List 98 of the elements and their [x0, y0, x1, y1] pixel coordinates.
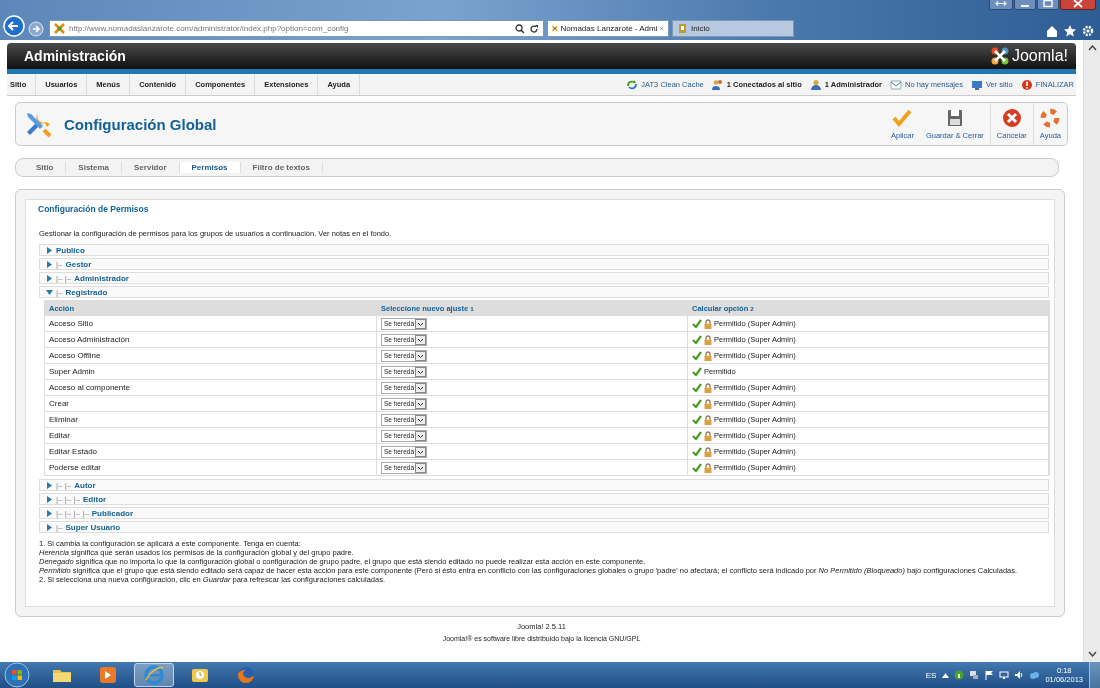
refresh-icon[interactable]	[529, 23, 539, 34]
tree-prefix: |–	[56, 287, 63, 297]
table-cell: Eliminar	[45, 412, 377, 427]
group-name[interactable]: Super Usuario	[65, 522, 121, 532]
scroll-up-icon	[1087, 45, 1097, 51]
submenu-tab[interactable]: Sitio	[24, 162, 67, 173]
group-name[interactable]: Publico	[56, 245, 85, 255]
tree-prefix: |– |–	[56, 480, 72, 490]
caret-down-icon	[46, 288, 53, 296]
star-icon[interactable]	[1064, 25, 1076, 37]
search-icon[interactable]	[515, 23, 525, 34]
tree-prefix: |–	[56, 259, 63, 269]
submenu-tab[interactable]: Filtro de textos	[240, 162, 323, 173]
close-button[interactable]	[1060, 0, 1096, 10]
tree-prefix: |– |–	[56, 273, 72, 283]
cancel-icon	[1001, 108, 1022, 128]
logo-icon	[989, 46, 1010, 66]
page-icon	[677, 23, 688, 34]
table-cell: Poderse editar	[45, 460, 377, 475]
tools-icon	[24, 110, 52, 138]
user-icon	[809, 78, 822, 91]
group-row[interactable]: Publico	[39, 244, 1049, 256]
group-name[interactable]: Autor	[74, 480, 96, 490]
site-icon	[54, 23, 65, 34]
forward-button[interactable]	[28, 21, 44, 37]
scrollbar[interactable]	[1083, 40, 1100, 662]
minimize-button[interactable]	[1014, 0, 1036, 10]
browser-icon	[143, 664, 165, 686]
caret-icon	[415, 430, 426, 441]
address-field[interactable]: http://www.nomadaslanzarote.com/administrator/index.php?option=com_config	[49, 20, 544, 37]
submenu-tab[interactable]: Permisos	[179, 162, 241, 173]
group-name[interactable]: Registrado	[65, 287, 108, 297]
table-cell: Acceso Sitio	[45, 316, 377, 331]
page-title: Configuración Global	[64, 115, 217, 133]
url-text: http://www.nomadaslanzarote.com/administrator/index.php?option=com_config	[69, 24, 350, 33]
play-icon	[97, 664, 119, 686]
info-icon[interactable]	[954, 670, 965, 680]
group-row[interactable]: |– Gestor	[39, 258, 1049, 270]
check-icon	[892, 108, 913, 128]
group-row[interactable]: |– |– |– |– Publicador	[39, 507, 1049, 519]
globe-icon	[235, 664, 257, 686]
caret-icon	[415, 462, 426, 473]
group-row[interactable]: |– Registrado	[39, 286, 1049, 298]
table-cell: Super Admin	[45, 364, 377, 379]
fieldset-legend: Configuración de Permisos	[26, 200, 1054, 218]
group-name[interactable]: Publicador	[91, 508, 134, 518]
language-indicator[interactable]: ES	[925, 670, 937, 680]
start-button[interactable]	[4, 662, 30, 688]
caret-icon	[415, 414, 426, 425]
maximize-button[interactable]	[1037, 0, 1059, 10]
caret-icon	[415, 382, 426, 393]
flag-icon[interactable]	[984, 670, 995, 680]
group-row[interactable]: |– |– Administrador	[39, 272, 1049, 284]
message-icon	[890, 78, 902, 91]
tray-arrow-icon[interactable]	[942, 672, 950, 678]
show-desktop-button[interactable]	[1089, 662, 1100, 688]
table-cell: Editar	[45, 428, 377, 443]
users-icon	[711, 78, 724, 91]
alert-icon	[1020, 78, 1033, 91]
table-cell: Acceso Administración	[45, 332, 377, 347]
browser-tab[interactable]: Inicio	[672, 20, 794, 37]
table-cell: Acceso Offline	[45, 348, 377, 363]
browser-tab[interactable]: Nomadas Lanzarote - Admi	[547, 20, 669, 37]
submenu-tab[interactable]: Sistema	[66, 162, 123, 173]
group-row[interactable]: |– |– Autor	[39, 479, 1049, 491]
caret-icon	[415, 366, 426, 377]
cloud-icon[interactable]	[1029, 670, 1040, 680]
table-cell: Crear	[45, 396, 377, 411]
settings-icon[interactable]	[1082, 25, 1094, 37]
submenu-tab[interactable]: Servidor	[122, 162, 180, 173]
display-icon[interactable]	[999, 670, 1010, 680]
tree-prefix: |– |– |– |–	[56, 508, 89, 518]
group-name[interactable]: Administrador	[74, 273, 129, 283]
table-cell: Editar Estado	[45, 444, 377, 459]
tree-prefix: |– |– |–	[56, 494, 81, 504]
back-button[interactable]	[3, 15, 25, 37]
logo-text: Joomla!	[1011, 47, 1068, 65]
tree-prefix: |–	[56, 522, 63, 532]
admin-title: Administración	[24, 48, 126, 64]
group-name[interactable]: Gestor	[65, 259, 92, 269]
caret-icon	[415, 350, 426, 361]
group-row[interactable]: |– |– |– Editor	[39, 493, 1049, 505]
network-icon[interactable]	[969, 670, 980, 680]
restore-button[interactable]	[989, 0, 1013, 10]
speaker-icon[interactable]	[1014, 670, 1025, 680]
scroll-down-icon	[1087, 651, 1097, 657]
lifebuoy-icon	[1040, 108, 1061, 128]
site-icon	[552, 23, 558, 34]
home-icon[interactable]	[1046, 25, 1058, 37]
table-cell: Acceso al componente	[45, 380, 377, 395]
caret-icon	[415, 446, 426, 457]
caret-icon	[415, 318, 426, 329]
monitor-icon	[970, 78, 983, 91]
refresh-icon	[626, 78, 639, 91]
group-row[interactable]: |– Super Usuario	[39, 521, 1049, 533]
caret-icon	[415, 334, 426, 345]
group-name[interactable]: Editor	[83, 494, 107, 504]
caret-icon	[415, 398, 426, 409]
